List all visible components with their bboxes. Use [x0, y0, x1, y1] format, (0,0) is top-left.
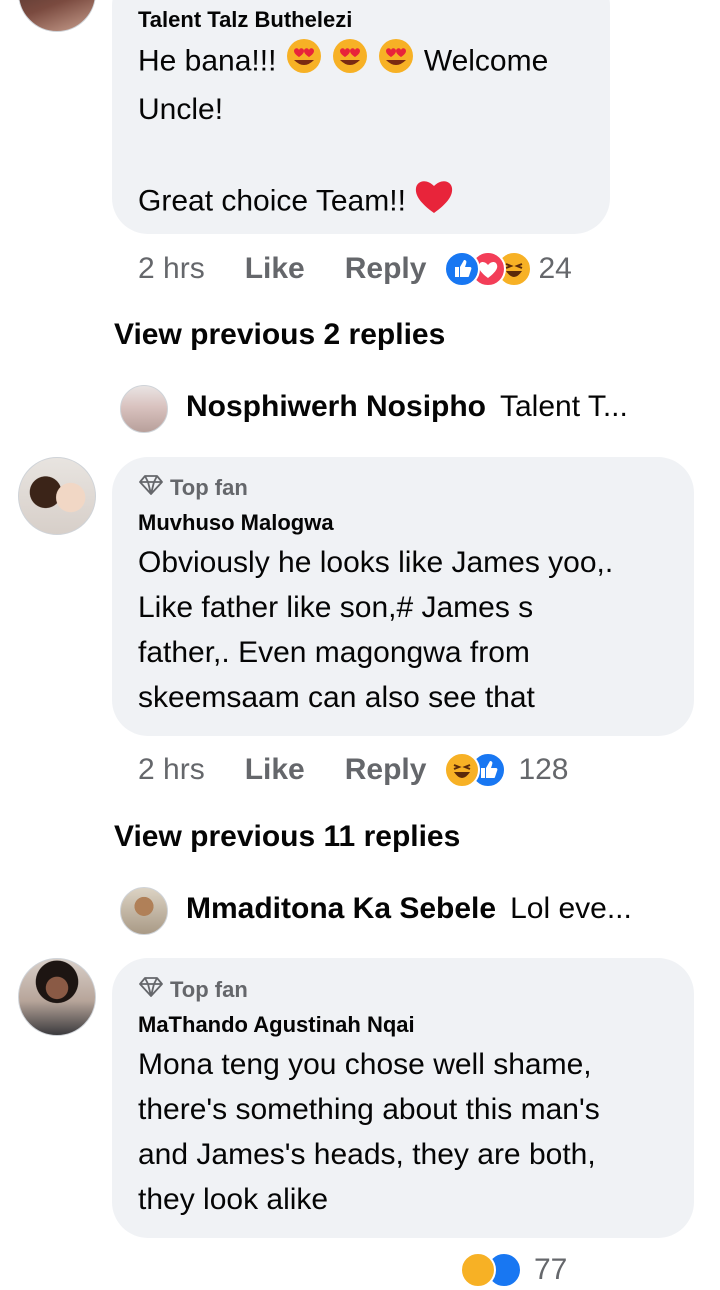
- comment-text-line: Like father like son,# James s: [138, 591, 534, 624]
- comment-author[interactable]: MaThando Agustinah Nqai: [138, 1012, 415, 1038]
- comment-text: Mona teng you chose well shame, there's …: [138, 1042, 683, 1222]
- reaction-summary[interactable]: 24: [444, 251, 572, 287]
- top-fan-label: Top fan: [170, 977, 248, 1002]
- view-previous-replies-button[interactable]: View previous 11 replies: [114, 820, 460, 854]
- comment-time: 2 hrs: [138, 753, 205, 786]
- top-fan-label: Top fan: [170, 475, 248, 500]
- comment-actions: 2 hrs Like Reply 24: [138, 249, 572, 289]
- comment-actions: 2 hrs Like Reply 128: [138, 750, 569, 790]
- avatar-talent[interactable]: [18, 0, 96, 32]
- reaction-count: 24: [538, 252, 572, 285]
- reply-button[interactable]: Reply: [345, 252, 427, 286]
- comment-text-line: and James's heads, they are both,: [138, 1138, 596, 1171]
- like-button[interactable]: Like: [245, 753, 305, 787]
- comment-text-line: they look alike: [138, 1183, 329, 1216]
- reply-preview[interactable]: Nosphiwerh Nosipho Talent T...: [186, 390, 628, 424]
- reaction-summary[interactable]: 128: [444, 752, 569, 788]
- top-fan-badge: Top fan: [138, 976, 248, 1004]
- diamond-icon: [138, 976, 164, 1004]
- comment-text-line: Mona teng you chose well shame,: [138, 1048, 592, 1081]
- reply-preview-text: Talent T...: [500, 390, 628, 423]
- view-previous-replies-button[interactable]: View previous 2 replies: [114, 318, 445, 352]
- top-fan-badge: Top fan: [138, 474, 248, 502]
- reply-preview-name: Mmaditona Ka Sebele: [186, 892, 497, 925]
- comment-author[interactable]: Muvhuso Malogwa: [138, 510, 334, 536]
- diamond-icon: [138, 474, 164, 502]
- avatar-mathando[interactable]: [18, 958, 96, 1036]
- comment-text-line: Uncle!: [138, 93, 224, 126]
- reply-preview-name: Nosphiwerh Nosipho: [186, 390, 486, 423]
- comment-text-line: skeemsaam can also see that: [138, 681, 535, 714]
- comment-text-line: He bana!!!: [138, 44, 277, 78]
- comment-author[interactable]: Talent Talz Buthelezi: [138, 7, 352, 33]
- comment-text: He bana!!! Welcome Uncle! Great choice T…: [138, 38, 598, 228]
- comment-actions: 77: [138, 1250, 567, 1290]
- red-heart-emoji: [414, 177, 454, 228]
- reaction-count: 77: [534, 1253, 568, 1286]
- heart-eyes-emoji: [377, 38, 415, 87]
- haha-reaction-icon: [444, 752, 481, 788]
- reply-button[interactable]: Reply: [345, 753, 427, 787]
- comment-text-line: Welcome: [423, 44, 549, 78]
- comment-text-line: Obviously he looks like James yoo,.: [138, 546, 614, 579]
- reply-preview[interactable]: Mmaditona Ka Sebele Lol eve...: [186, 892, 632, 926]
- comment-text-line: Great choice Team!!: [138, 184, 406, 218]
- heart-eyes-emoji: [285, 38, 323, 87]
- reaction-count: 128: [518, 753, 569, 786]
- reaction-summary[interactable]: 77: [460, 1252, 567, 1288]
- comment-text: Obviously he looks like James yoo,. Like…: [138, 540, 683, 720]
- avatar-mmaditona[interactable]: [120, 887, 168, 935]
- comment-time: 2 hrs: [138, 252, 205, 285]
- avatar-nosphiwerh[interactable]: [120, 385, 168, 433]
- comment-text-line: there's something about this man's: [138, 1093, 600, 1126]
- haha-reaction-icon: [460, 1252, 496, 1288]
- comment-text-line: father,. Even magongwa from: [138, 636, 530, 669]
- avatar-muvhuso[interactable]: [18, 457, 96, 535]
- like-reaction-icon: [444, 251, 481, 287]
- like-button[interactable]: Like: [245, 252, 305, 286]
- reply-preview-text: Lol eve...: [510, 892, 632, 925]
- heart-eyes-emoji: [331, 38, 369, 87]
